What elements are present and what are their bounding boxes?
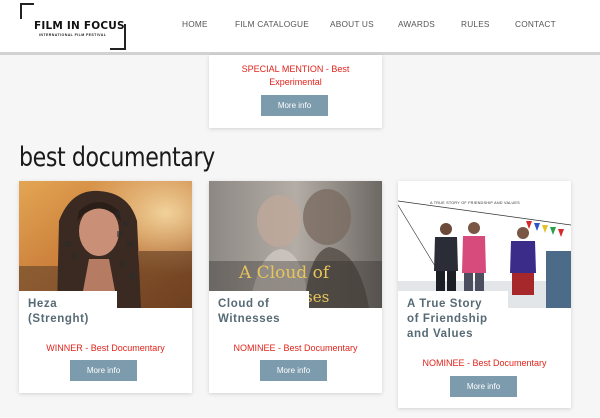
site-header: FILM IN FOCUS INTERNATIONAL FILM FESTIVA… — [0, 0, 600, 54]
poster-title-text: A Cloud of — [239, 263, 330, 283]
nav-awards[interactable]: AWARDS — [398, 19, 435, 29]
nav-film-catalogue[interactable]: FILM CATALOGUE — [235, 19, 309, 29]
more-info-button[interactable]: More info — [261, 95, 328, 116]
film-poster-image[interactable]: A TRUE STORY OF FRIENDSHIP AND VALUES — [398, 181, 571, 308]
film-title[interactable]: and Values — [407, 327, 500, 342]
main-nav: HOME FILM CATALOGUE ABOUT US AWARDS RULE… — [0, 19, 600, 33]
film-card: Heza (Strenght) WINNER - Best Documentar… — [19, 181, 192, 393]
more-info-button[interactable]: More info — [450, 376, 517, 397]
award-label: SPECIAL MENTION - Best — [241, 64, 350, 74]
nav-rules[interactable]: RULES — [461, 19, 490, 29]
film-poster-image[interactable]: A Cloud of ses — [209, 181, 382, 308]
film-title[interactable]: A True Story — [407, 297, 500, 312]
film-title[interactable]: Witnesses — [218, 312, 301, 327]
logo-subtitle: INTERNATIONAL FILM FESTIVAL — [39, 33, 107, 37]
award-label: WINNER - Best Documentary — [46, 343, 165, 353]
film-poster-image[interactable] — [19, 181, 192, 308]
award-label: Experimental — [269, 77, 322, 87]
film-title-box: Cloud of Witnesses — [209, 291, 309, 331]
film-title[interactable]: Cloud of — [218, 297, 301, 312]
film-title-box: Heza (Strenght) — [19, 291, 117, 331]
nav-contact[interactable]: CONTACT — [515, 19, 556, 29]
nav-home[interactable]: HOME — [182, 19, 208, 29]
film-title-box: A True Story of Friendship and Values — [398, 291, 508, 346]
film-title[interactable]: of Friendship — [407, 312, 500, 327]
film-card: A TRUE STORY OF FRIENDSHIP AND VALUES A … — [398, 181, 571, 408]
film-card: SPECIAL MENTION - Best Experimental More… — [209, 55, 382, 128]
nav-about-us[interactable]: ABOUT US — [330, 19, 374, 29]
award-label: NOMINEE - Best Documentary — [422, 358, 547, 368]
more-info-button[interactable]: More info — [260, 360, 327, 381]
section-title: best documentary — [19, 142, 215, 173]
film-card: A Cloud of ses Cloud of Witnesses NOMINE… — [209, 181, 382, 393]
logo-frame-corner — [20, 3, 34, 19]
film-title[interactable]: Heza — [28, 297, 109, 312]
film-title[interactable]: (Strenght) — [28, 312, 109, 327]
more-info-button[interactable]: More info — [70, 360, 137, 381]
award-label: NOMINEE - Best Documentary — [233, 343, 358, 353]
